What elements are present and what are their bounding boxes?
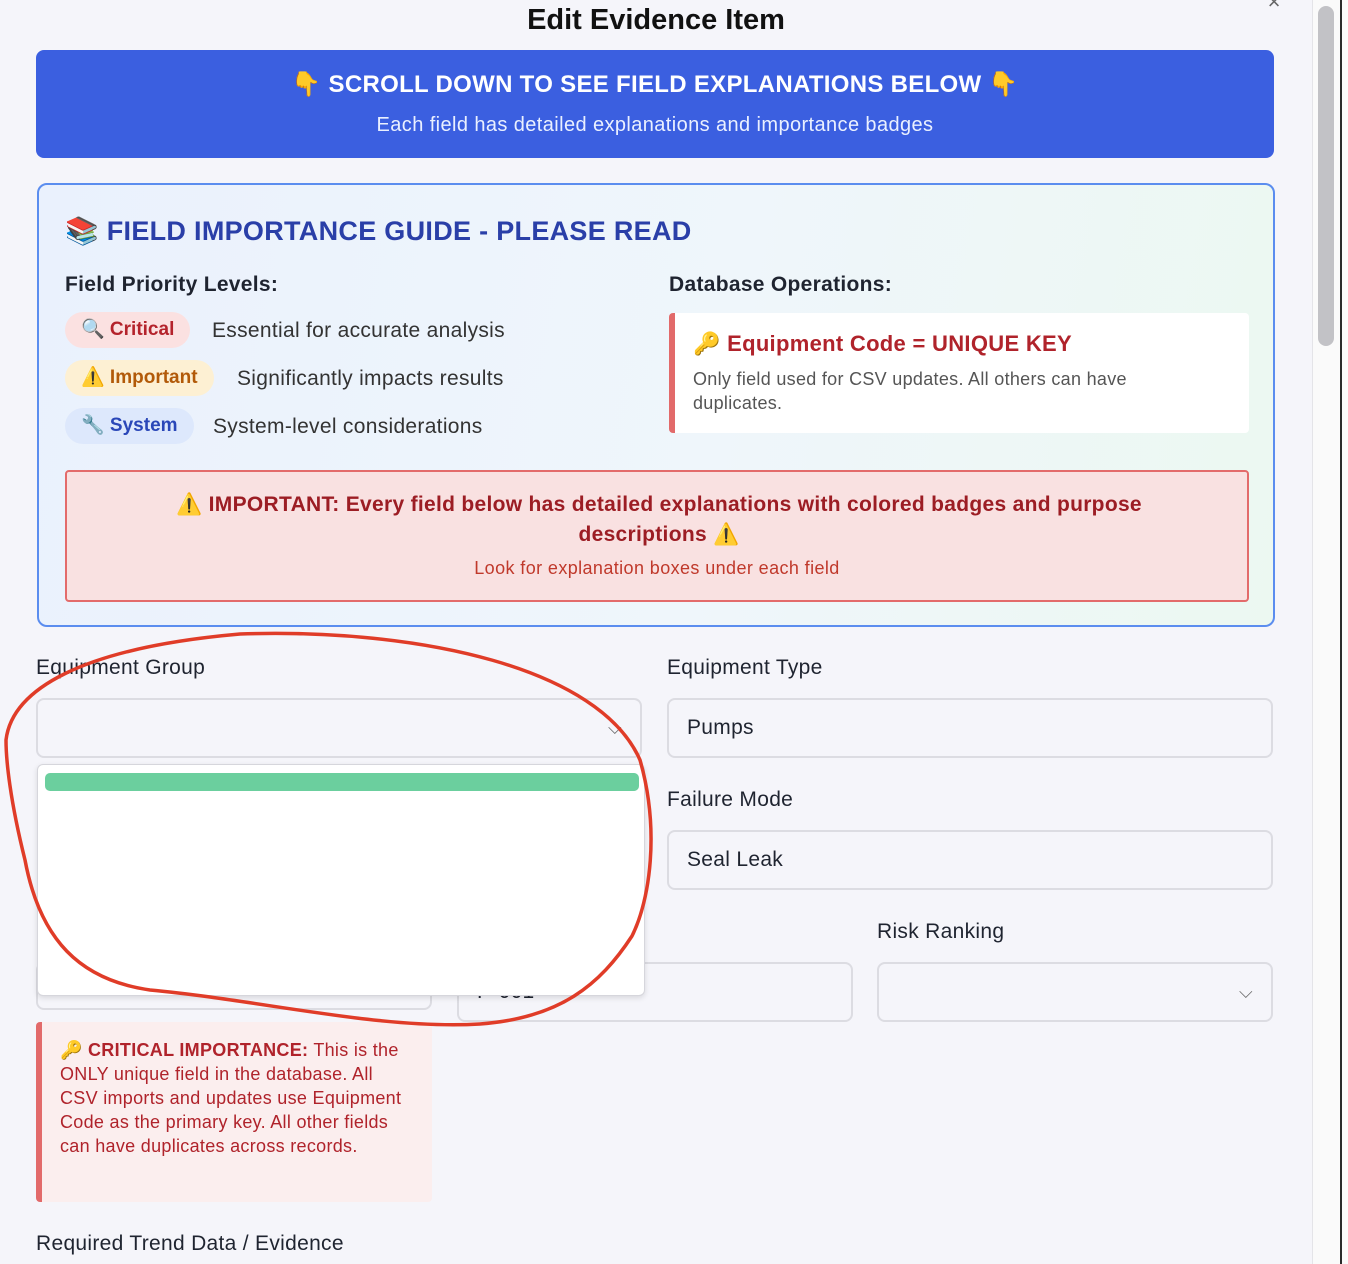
warning-text: ⚠️ IMPORTANT: Every field below has deta…: [176, 493, 1142, 546]
failure-mode-label: Failure Mode: [667, 788, 794, 811]
equipment-type-label: Equipment Type: [667, 656, 823, 679]
system-badge: 🔧 System: [65, 408, 194, 444]
warning-subtext: Look for explanation boxes under each fi…: [474, 558, 840, 578]
important-warning-box: ⚠️ IMPORTANT: Every field below has deta…: [65, 470, 1249, 602]
equipment-group-label: Equipment Group: [36, 656, 206, 679]
close-icon[interactable]: ×: [1262, 0, 1286, 14]
critical-badge: 🔍 Critical: [65, 312, 191, 348]
critical-importance-note: 🔑 CRITICAL IMPORTANCE: This is the ONLY …: [36, 1022, 432, 1202]
chevron-down-icon: ⌵: [608, 718, 622, 738]
edit-evidence-modal: Edit Evidence Item × 👇 SCROLL DOWN TO SE…: [0, 0, 1312, 1264]
priority-heading: Field Priority Levels:: [65, 273, 279, 296]
equipment-type-input[interactable]: Pumps: [667, 698, 1273, 758]
critical-desc: Essential for accurate analysis: [212, 319, 505, 342]
chevron-down-icon: ⌵: [1239, 982, 1253, 1002]
scroll-hint-banner: 👇 SCROLL DOWN TO SEE FIELD EXPLANATIONS …: [36, 50, 1274, 158]
risk-ranking-label: Risk Ranking: [877, 920, 1005, 943]
banner-subtitle: Each field has detailed explanations and…: [376, 114, 934, 136]
important-badge: ⚠️ Important: [65, 360, 214, 396]
unique-key-title: 🔑 Equipment Code = UNIQUE KEY: [693, 331, 1072, 356]
failure-mode-input[interactable]: Seal Leak: [667, 830, 1273, 890]
banner-title: 👇 SCROLL DOWN TO SEE FIELD EXPLANATIONS …: [291, 71, 1019, 98]
dialog-title: Edit Evidence Item: [527, 4, 785, 36]
unique-key-callout: 🔑 Equipment Code = UNIQUE KEY Only field…: [669, 313, 1249, 433]
system-desc: System-level considerations: [213, 415, 483, 438]
equipment-group-dropdown: [37, 764, 645, 996]
window-edge: [1340, 0, 1342, 1264]
important-desc: Significantly impacts results: [237, 367, 504, 390]
trend-data-label: Required Trend Data / Evidence: [36, 1232, 344, 1255]
field-importance-guide: 📚 FIELD IMPORTANCE GUIDE - PLEASE READ F…: [37, 183, 1275, 627]
critical-note-heading: 🔑 CRITICAL IMPORTANCE:: [60, 1040, 309, 1060]
risk-ranking-select[interactable]: ⌵: [877, 962, 1273, 1022]
scrollbar-thumb[interactable]: [1318, 6, 1334, 346]
guide-title: 📚 FIELD IMPORTANCE GUIDE - PLEASE READ: [65, 216, 692, 246]
dropdown-option-highlighted[interactable]: [45, 773, 639, 791]
unique-key-desc: Only field used for CSV updates. All oth…: [693, 369, 1127, 413]
db-heading: Database Operations:: [669, 273, 893, 296]
equipment-group-select[interactable]: ⌵: [36, 698, 642, 758]
